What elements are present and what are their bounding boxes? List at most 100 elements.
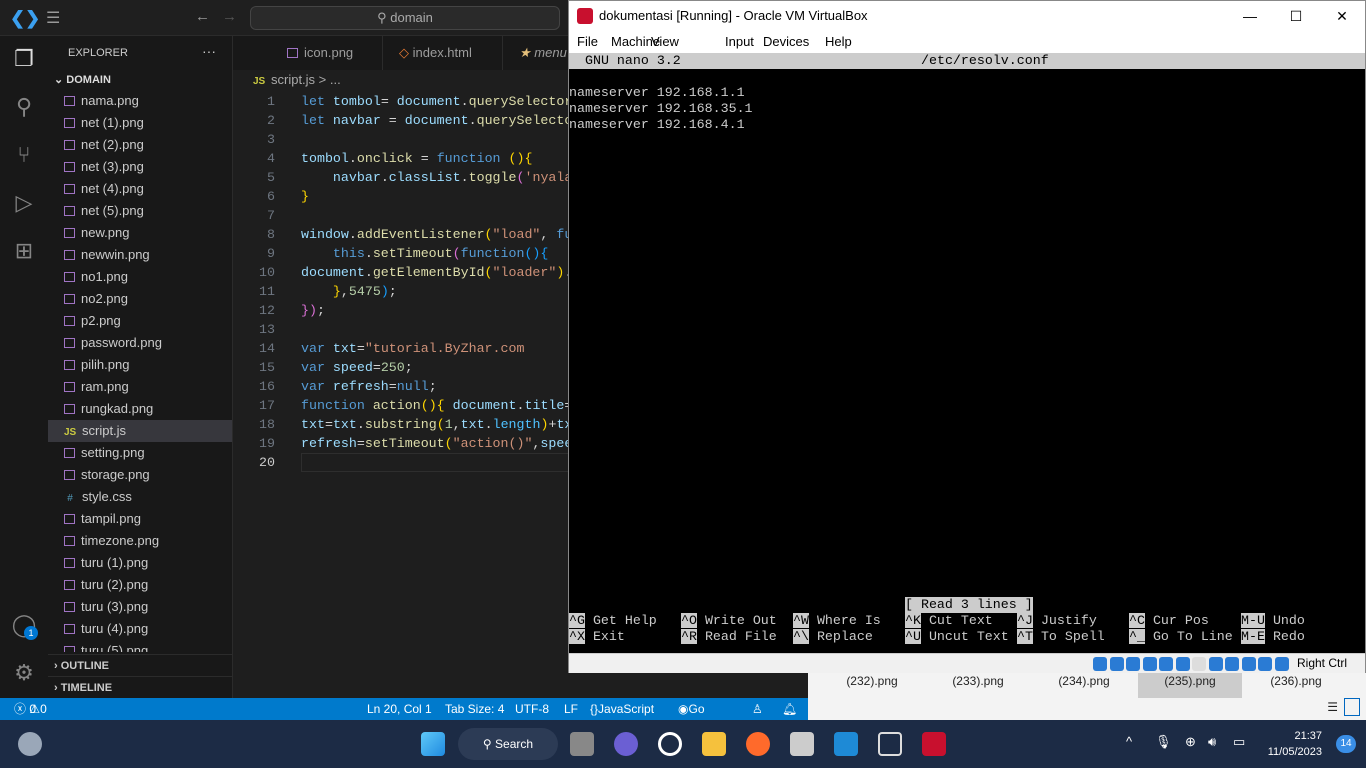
nano-shortcut[interactable]: ^G Get Help [569,613,657,629]
language-mode[interactable]: {} JavaScript [590,698,654,720]
extensions-icon[interactable]: ⊞ [10,238,38,266]
notifications-bell-icon[interactable]: 🔔︎ [782,698,797,720]
file-item[interactable]: no2.png [48,288,232,310]
capture-icon[interactable] [1225,657,1239,671]
chat-icon[interactable] [614,732,638,756]
clock[interactable]: 21:37 11/05/2023 [1268,728,1322,760]
end-of-line[interactable]: LF [564,698,578,720]
optical-drive-icon[interactable] [1109,657,1124,671]
file-item[interactable]: setting.png [48,442,232,464]
nano-shortcut[interactable]: ^\ Replace [793,629,873,645]
more-actions-icon[interactable]: ··· [202,36,216,66]
notification-badge[interactable]: 14 [1336,735,1356,753]
go-live-button[interactable]: ◉ Go Live [678,698,705,720]
app-icon[interactable] [658,732,682,756]
file-explorer-icon[interactable] [702,732,726,756]
file-item[interactable]: no1.png [48,266,232,288]
display-icon[interactable] [1192,657,1206,671]
tiles-view-icon[interactable] [1344,698,1360,716]
file-item[interactable]: net (2).png [48,134,232,156]
file-item[interactable]: net (3).png [48,156,232,178]
tab-icon-png[interactable]: icon.png [263,36,383,70]
nano-shortcut[interactable]: M-E Redo [1241,629,1305,645]
taskbar-search[interactable]: ⚲ Search [458,728,558,760]
feedback-icon[interactable]: ♙ [752,698,763,720]
menu-icon[interactable]: ☰ [46,8,60,28]
outline-section[interactable]: › OUTLINE [48,654,232,676]
vscode-taskbar-icon[interactable] [834,732,858,756]
file-item[interactable]: JS script.js [48,420,232,442]
file-item[interactable]: p2.png [48,310,232,332]
nano-shortcut[interactable]: ^J Justify [1017,613,1097,629]
python-icon[interactable] [790,732,814,756]
forward-icon[interactable]: → [222,8,237,25]
file-item[interactable]: turu (1).png [48,552,232,574]
file-item[interactable]: tampil.png [48,508,232,530]
details-view-icon[interactable]: ☰ [1327,700,1338,714]
menu-view[interactable]: View [651,31,679,53]
battery-icon[interactable]: ▭ [1233,734,1245,750]
maximize-button[interactable]: ☐ [1273,1,1319,31]
keyboard-icon[interactable] [1274,657,1289,671]
file-item[interactable]: turu (3).png [48,596,232,618]
hard-disk-icon[interactable] [1093,657,1107,671]
file-item[interactable]: timezone.png [48,530,232,552]
nano-shortcut[interactable]: ^T To Spell [1017,629,1105,645]
source-control-icon[interactable]: ⑂ [10,142,38,170]
search-icon[interactable]: ⚲ [10,94,38,122]
show-hidden-icons[interactable]: ^ [1126,734,1132,749]
nano-shortcut[interactable]: ^_ Go To Line [1129,629,1233,645]
file-item[interactable]: storage.png [48,464,232,486]
network-icon[interactable] [1142,657,1157,671]
menu-file[interactable]: File [577,31,598,53]
explorer-icon[interactable]: ❐ [10,46,38,74]
nano-shortcut[interactable]: M-U Undo [1241,613,1305,629]
audio-icon[interactable] [1126,657,1140,671]
start-icon[interactable] [421,732,445,756]
file-item[interactable]: net (5).png [48,200,232,222]
settings-gear-icon[interactable]: ⚙ [10,660,38,688]
file-item[interactable]: nama.png [48,90,232,112]
timeline-section[interactable]: › TIMELINE [48,676,232,698]
virtualbox-taskbar-icon[interactable] [878,732,902,756]
nano-shortcut[interactable]: ^R Read File [681,629,777,645]
file-item[interactable]: turu (2).png [48,574,232,596]
file-item[interactable]: net (4).png [48,178,232,200]
vm-taskbar-icon[interactable] [922,732,946,756]
microphone-icon[interactable]: 🎙︎ [1155,734,1172,750]
recording-icon[interactable] [1208,657,1223,671]
file-item[interactable]: newwin.png [48,244,232,266]
nano-terminal[interactable]: GNU nano 3.2/etc/resolv.conf nameserver … [569,53,1365,653]
close-button[interactable]: ✕ [1319,1,1365,31]
usb-icon[interactable] [1159,657,1173,671]
menu-help[interactable]: Help [825,31,852,53]
problems-status[interactable]: ⓧ 0 ⚠ 0 [14,698,47,720]
mouse-integration-icon[interactable] [1258,657,1272,671]
nano-shortcut[interactable]: ^W Where Is [793,613,881,629]
folder-domain[interactable]: ⌄ DOMAIN [48,70,232,90]
firefox-icon[interactable] [746,732,770,756]
minimize-button[interactable]: — [1227,1,1273,31]
virtualization-icon[interactable] [1241,657,1256,671]
file-item[interactable]: rungkad.png [48,398,232,420]
cursor-position[interactable]: Ln 20, Col 1 [367,698,432,720]
file-item[interactable]: pilih.png [48,354,232,376]
encoding[interactable]: UTF-8 [515,698,549,720]
nano-shortcut[interactable]: ^U Uncut Text [905,629,1009,645]
file-item[interactable]: turu (4).png [48,618,232,640]
file-item[interactable]: password.png [48,332,232,354]
nano-shortcut[interactable]: ^C Cur Pos [1129,613,1209,629]
file-item[interactable]: ram.png [48,376,232,398]
nano-shortcut[interactable]: ^O Write Out [681,613,777,629]
menu-input[interactable]: Input [725,31,754,53]
nano-shortcut[interactable]: ^K Cut Text [905,613,993,629]
command-center-search[interactable]: ⚲ domain [250,6,560,30]
weather-icon[interactable] [18,732,42,756]
run-debug-icon[interactable]: ▷ [10,190,38,218]
file-item[interactable]: # style.css [48,486,232,508]
task-view-icon[interactable] [570,732,594,756]
file-item[interactable]: net (1).png [48,112,232,134]
shared-folders-icon[interactable] [1175,657,1190,671]
network-icon[interactable]: ⊕ [1185,734,1196,750]
file-item[interactable]: turu (5).png [48,640,232,652]
